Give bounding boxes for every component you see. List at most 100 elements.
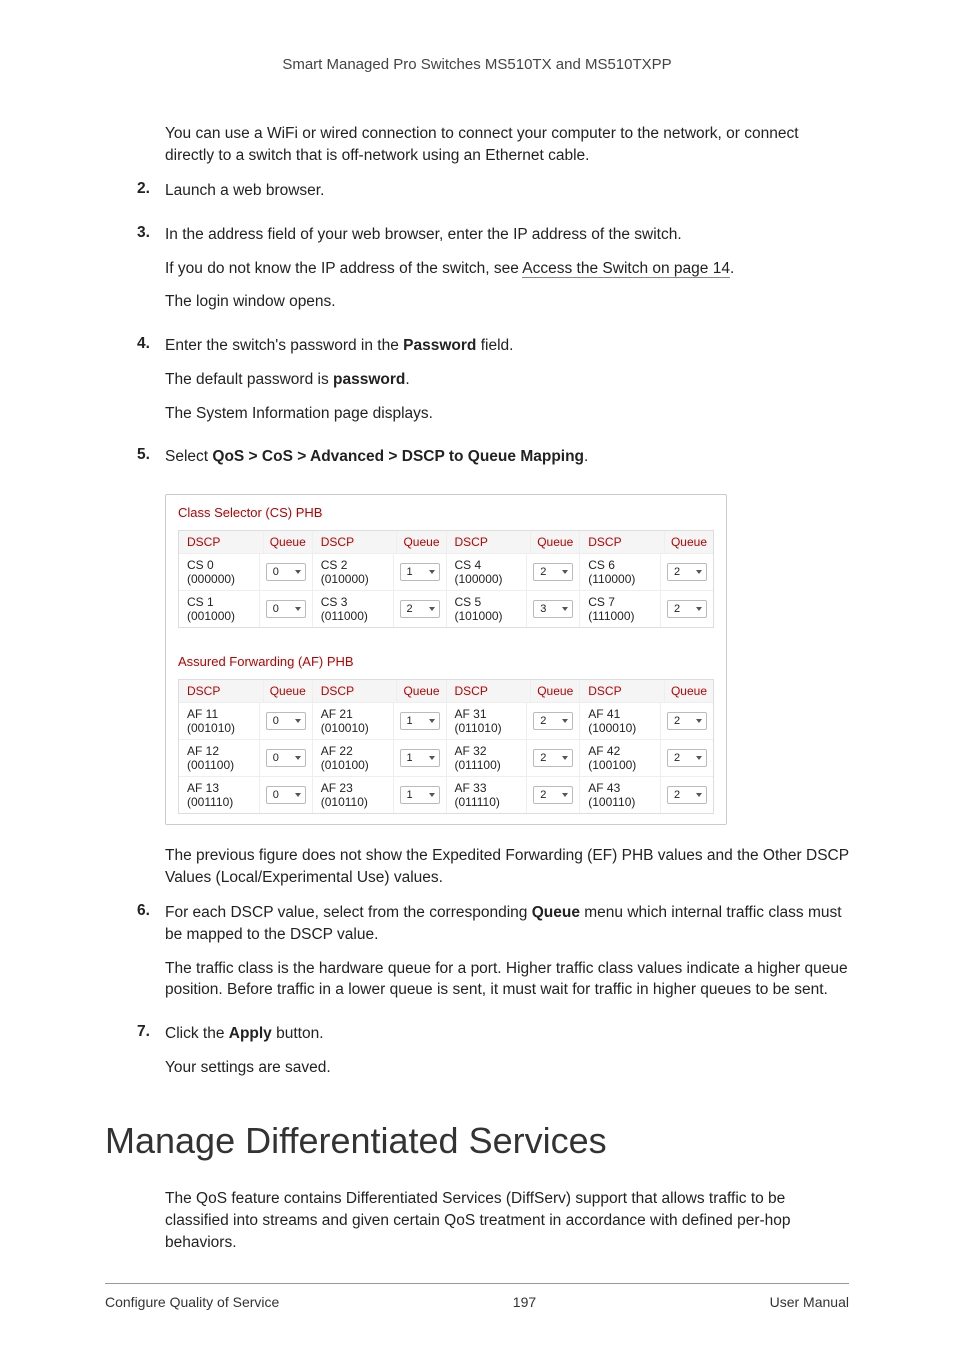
select-value: 0 — [273, 789, 279, 801]
queue-select[interactable]: 2 — [667, 600, 707, 618]
dscp-label: AF 11 (001010) — [179, 703, 260, 739]
af-panel-title: Assured Forwarding (AF) PHB — [166, 638, 726, 679]
text: For each DSCP value, select from the cor… — [165, 904, 532, 921]
queue-select[interactable]: 2 — [533, 749, 573, 767]
section-body: The QoS feature contains Differentiated … — [165, 1188, 849, 1253]
link-access-switch[interactable]: Access the Switch on page 14 — [522, 260, 730, 278]
queue-select[interactable]: 1 — [400, 563, 440, 581]
select-value: 0 — [273, 603, 279, 615]
select-value: 2 — [674, 752, 680, 764]
select-value: 2 — [540, 715, 546, 727]
select-value: 2 — [407, 603, 413, 615]
queue-select[interactable]: 0 — [266, 600, 306, 618]
step-note: The login window opens. — [165, 291, 849, 313]
queue-select[interactable]: 2 — [533, 786, 573, 804]
dscp-label: CS 1 (001000) — [179, 591, 260, 627]
dscp-label: CS 0 (000000) — [179, 554, 260, 590]
queue-select[interactable]: 2 — [400, 600, 440, 618]
chevron-down-icon — [429, 570, 435, 574]
step-note: The System Information page displays. — [165, 403, 849, 425]
chevron-down-icon — [696, 719, 702, 723]
text: Select — [165, 448, 212, 465]
section-heading: Manage Differentiated Services — [105, 1120, 849, 1162]
chevron-down-icon — [295, 607, 301, 611]
dscp-label: AF 43 (100110) — [580, 777, 661, 813]
queue-select[interactable]: 2 — [533, 712, 573, 730]
col-queue: Queue — [531, 680, 580, 702]
queue-select[interactable]: 3 — [533, 600, 573, 618]
select-value: 0 — [273, 715, 279, 727]
step-number: 6. — [137, 902, 165, 1013]
dscp-label: AF 31 (011010) — [447, 703, 528, 739]
dscp-label: AF 33 (011110) — [447, 777, 528, 813]
page-header: Smart Managed Pro Switches MS510TX and M… — [105, 56, 849, 73]
col-queue: Queue — [264, 680, 313, 702]
chevron-down-icon — [295, 756, 301, 760]
queue-select[interactable]: 1 — [400, 749, 440, 767]
select-value: 2 — [540, 789, 546, 801]
col-dscp: DSCP — [580, 531, 665, 553]
select-value: 2 — [674, 566, 680, 578]
queue-select[interactable]: 2 — [667, 749, 707, 767]
step-note: The traffic class is the hardware queue … — [165, 958, 849, 1001]
queue-select[interactable]: 2 — [667, 563, 707, 581]
col-dscp: DSCP — [580, 680, 665, 702]
dscp-figure: Class Selector (CS) PHB DSCP Queue DSCP … — [165, 494, 727, 825]
chevron-down-icon — [696, 793, 702, 797]
text: Enter the switch's password in the — [165, 337, 403, 354]
dscp-label: AF 41 (100010) — [580, 703, 661, 739]
col-dscp: DSCP — [447, 680, 532, 702]
chevron-down-icon — [295, 793, 301, 797]
select-value: 3 — [540, 603, 546, 615]
col-dscp: DSCP — [313, 531, 398, 553]
step-note: If you do not know the IP address of the… — [165, 258, 849, 280]
dscp-label: AF 42 (100100) — [580, 740, 661, 776]
chevron-down-icon — [429, 756, 435, 760]
chevron-down-icon — [696, 607, 702, 611]
col-dscp: DSCP — [179, 680, 264, 702]
cs-panel-title: Class Selector (CS) PHB — [166, 495, 726, 530]
step-note: The default password is password. — [165, 369, 849, 391]
step-text: In the address field of your web browser… — [165, 224, 849, 246]
queue-select[interactable]: 0 — [266, 749, 306, 767]
col-queue: Queue — [665, 531, 713, 553]
select-value: 1 — [407, 715, 413, 727]
queue-select[interactable]: 0 — [266, 712, 306, 730]
chevron-down-icon — [295, 719, 301, 723]
dscp-label: AF 13 (001110) — [179, 777, 260, 813]
text-bold: Queue — [532, 904, 580, 921]
queue-select[interactable]: 2 — [533, 563, 573, 581]
text-bold: password — [333, 371, 405, 388]
col-dscp: DSCP — [179, 531, 264, 553]
dscp-label: AF 12 (001100) — [179, 740, 260, 776]
text: . — [405, 371, 409, 388]
step-text: For each DSCP value, select from the cor… — [165, 902, 849, 945]
text: . — [730, 260, 734, 277]
queue-select[interactable]: 1 — [400, 786, 440, 804]
dscp-label: CS 7 (111000) — [580, 591, 661, 627]
select-value: 2 — [674, 789, 680, 801]
queue-select[interactable]: 2 — [667, 712, 707, 730]
table-row: AF 12 (001100) 0 AF 22 (010100) 1 AF 32 … — [179, 739, 713, 776]
queue-select[interactable]: 2 — [667, 786, 707, 804]
step-number: 4. — [137, 335, 165, 436]
text: field. — [476, 337, 513, 354]
intro-text: You can use a WiFi or wired connection t… — [165, 123, 849, 166]
select-value: 2 — [540, 752, 546, 764]
table-row: AF 11 (001010) 0 AF 21 (010010) 1 AF 31 … — [179, 702, 713, 739]
select-value: 1 — [407, 789, 413, 801]
dscp-label: CS 3 (011000) — [313, 591, 394, 627]
queue-select[interactable]: 0 — [266, 786, 306, 804]
step-number: 2. — [137, 180, 165, 214]
queue-select[interactable]: 0 — [266, 563, 306, 581]
chevron-down-icon — [429, 793, 435, 797]
chevron-down-icon — [562, 719, 568, 723]
dscp-label: CS 2 (010000) — [313, 554, 394, 590]
step-text: Select QoS > CoS > Advanced > DSCP to Qu… — [165, 446, 849, 468]
chevron-down-icon — [562, 793, 568, 797]
table-row: CS 0 (000000) 0 CS 2 (010000) 1 CS 4 (10… — [179, 553, 713, 590]
text: If you do not know the IP address of the… — [165, 260, 522, 277]
chevron-down-icon — [295, 570, 301, 574]
step-text: Launch a web browser. — [165, 180, 849, 202]
queue-select[interactable]: 1 — [400, 712, 440, 730]
